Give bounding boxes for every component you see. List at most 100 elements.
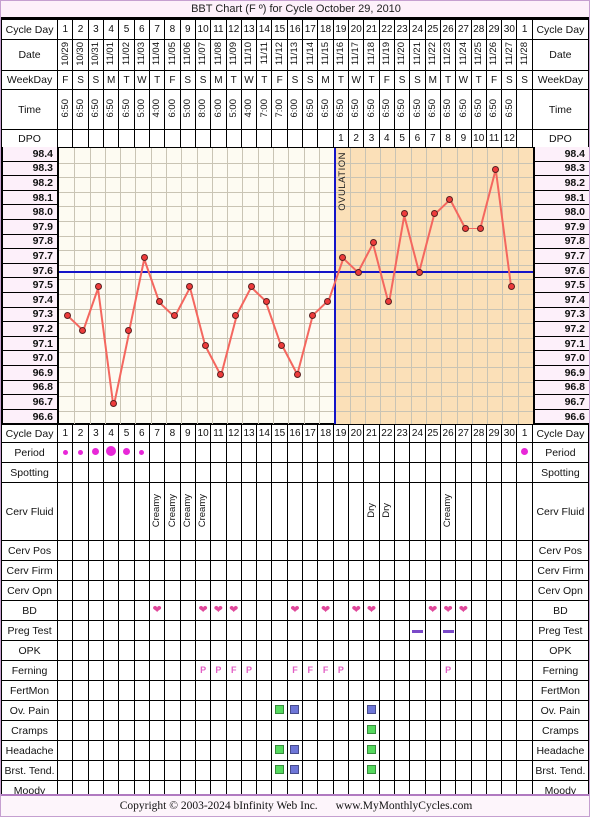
opk-cell[interactable] bbox=[240, 640, 258, 662]
ov-pain-cell[interactable] bbox=[516, 700, 533, 722]
preg-test-cell[interactable] bbox=[439, 620, 457, 642]
ov-pain-cell[interactable] bbox=[302, 700, 319, 722]
opk-cell[interactable] bbox=[103, 640, 120, 662]
temperature-point[interactable] bbox=[507, 283, 515, 291]
temperature-point[interactable] bbox=[324, 297, 332, 305]
period-cell[interactable] bbox=[179, 442, 196, 464]
period-cell[interactable] bbox=[148, 442, 166, 464]
temperature-point[interactable] bbox=[385, 297, 393, 305]
cerv-opn-cell[interactable] bbox=[103, 580, 120, 602]
headache-cell[interactable] bbox=[103, 740, 120, 762]
opk-cell[interactable] bbox=[271, 640, 288, 662]
fertmon-cell[interactable] bbox=[256, 680, 273, 702]
brst-tend-cell[interactable] bbox=[164, 760, 181, 782]
ov-pain-cell[interactable] bbox=[424, 700, 441, 722]
opk-cell[interactable] bbox=[302, 640, 319, 662]
temperature-point[interactable] bbox=[278, 341, 286, 349]
period-cell[interactable] bbox=[194, 442, 212, 464]
headache-cell[interactable] bbox=[378, 740, 395, 762]
period-cell[interactable] bbox=[470, 442, 487, 464]
opk-cell[interactable] bbox=[348, 640, 365, 662]
ov-pain-cell[interactable] bbox=[393, 700, 411, 722]
headache-cell[interactable] bbox=[286, 740, 304, 762]
cramps-cell[interactable] bbox=[409, 720, 426, 742]
cerv-firm-cell[interactable] bbox=[271, 560, 288, 582]
period-cell[interactable] bbox=[485, 442, 503, 464]
headache-cell[interactable] bbox=[225, 740, 242, 762]
ferning-cell[interactable] bbox=[378, 660, 395, 682]
brst-tend-cell[interactable] bbox=[118, 760, 135, 782]
bd-cell[interactable] bbox=[516, 600, 533, 622]
spotting-cell[interactable] bbox=[439, 462, 457, 484]
fertmon-cell[interactable] bbox=[179, 680, 196, 702]
fertmon-cell[interactable] bbox=[501, 680, 518, 702]
spotting-cell[interactable] bbox=[164, 462, 181, 484]
bd-cell[interactable] bbox=[378, 600, 395, 622]
opk-cell[interactable] bbox=[501, 640, 518, 662]
period-cell[interactable] bbox=[133, 442, 150, 464]
headache-cell[interactable] bbox=[516, 740, 533, 762]
cerv-fluid-cell[interactable] bbox=[240, 482, 258, 542]
fertmon-cell[interactable] bbox=[133, 680, 150, 702]
cerv-pos-cell[interactable] bbox=[164, 540, 181, 562]
cramps-cell[interactable] bbox=[148, 720, 166, 742]
cerv-fluid-cell[interactable]: Dry bbox=[363, 482, 380, 542]
period-cell[interactable] bbox=[164, 442, 181, 464]
temperature-point[interactable] bbox=[110, 400, 118, 407]
bd-cell[interactable] bbox=[240, 600, 258, 622]
period-cell[interactable] bbox=[378, 442, 395, 464]
opk-cell[interactable] bbox=[225, 640, 242, 662]
cramps-cell[interactable] bbox=[179, 720, 196, 742]
cramps-cell[interactable] bbox=[348, 720, 365, 742]
cerv-opn-cell[interactable] bbox=[179, 580, 196, 602]
spotting-cell[interactable] bbox=[363, 462, 380, 484]
bd-cell[interactable] bbox=[332, 600, 350, 622]
cerv-fluid-cell[interactable] bbox=[87, 482, 105, 542]
cerv-fluid-cell[interactable] bbox=[225, 482, 242, 542]
temperature-point[interactable] bbox=[354, 268, 362, 276]
brst-tend-cell[interactable] bbox=[72, 760, 89, 782]
cerv-fluid-cell[interactable] bbox=[271, 482, 288, 542]
spotting-cell[interactable] bbox=[317, 462, 334, 484]
ov-pain-cell[interactable] bbox=[240, 700, 258, 722]
opk-cell[interactable] bbox=[363, 640, 380, 662]
ov-pain-cell[interactable] bbox=[286, 700, 304, 722]
fertmon-cell[interactable] bbox=[317, 680, 334, 702]
cerv-opn-cell[interactable] bbox=[501, 580, 518, 602]
cramps-cell[interactable] bbox=[302, 720, 319, 742]
temperature-point[interactable] bbox=[201, 341, 209, 349]
period-cell[interactable] bbox=[409, 442, 426, 464]
temperature-point[interactable] bbox=[217, 370, 225, 378]
preg-test-cell[interactable] bbox=[378, 620, 395, 642]
ov-pain-cell[interactable] bbox=[256, 700, 273, 722]
cerv-fluid-cell[interactable] bbox=[133, 482, 150, 542]
cerv-opn-cell[interactable] bbox=[378, 580, 395, 602]
headache-cell[interactable] bbox=[501, 740, 518, 762]
bd-cell[interactable] bbox=[393, 600, 411, 622]
cerv-firm-cell[interactable] bbox=[439, 560, 457, 582]
cerv-opn-cell[interactable] bbox=[210, 580, 227, 602]
ov-pain-cell[interactable] bbox=[72, 700, 89, 722]
bd-cell[interactable]: ❤ bbox=[424, 600, 441, 622]
cerv-fluid-cell[interactable]: Creamy bbox=[179, 482, 196, 542]
cerv-pos-cell[interactable] bbox=[286, 540, 304, 562]
brst-tend-cell[interactable] bbox=[455, 760, 472, 782]
temperature-point[interactable] bbox=[140, 254, 148, 261]
preg-test-cell[interactable] bbox=[516, 620, 533, 642]
ov-pain-cell[interactable] bbox=[87, 700, 105, 722]
headache-cell[interactable] bbox=[424, 740, 441, 762]
preg-test-cell[interactable] bbox=[118, 620, 135, 642]
ferning-cell[interactable] bbox=[179, 660, 196, 682]
preg-test-cell[interactable] bbox=[164, 620, 181, 642]
spotting-cell[interactable] bbox=[225, 462, 242, 484]
brst-tend-cell[interactable] bbox=[409, 760, 426, 782]
ferning-cell[interactable]: F bbox=[225, 660, 242, 682]
headache-cell[interactable] bbox=[317, 740, 334, 762]
brst-tend-cell[interactable] bbox=[470, 760, 487, 782]
spotting-cell[interactable] bbox=[210, 462, 227, 484]
fertmon-cell[interactable] bbox=[87, 680, 105, 702]
headache-cell[interactable] bbox=[485, 740, 503, 762]
fertmon-cell[interactable] bbox=[148, 680, 166, 702]
bd-cell[interactable] bbox=[470, 600, 487, 622]
cerv-fluid-cell[interactable]: Dry bbox=[378, 482, 395, 542]
